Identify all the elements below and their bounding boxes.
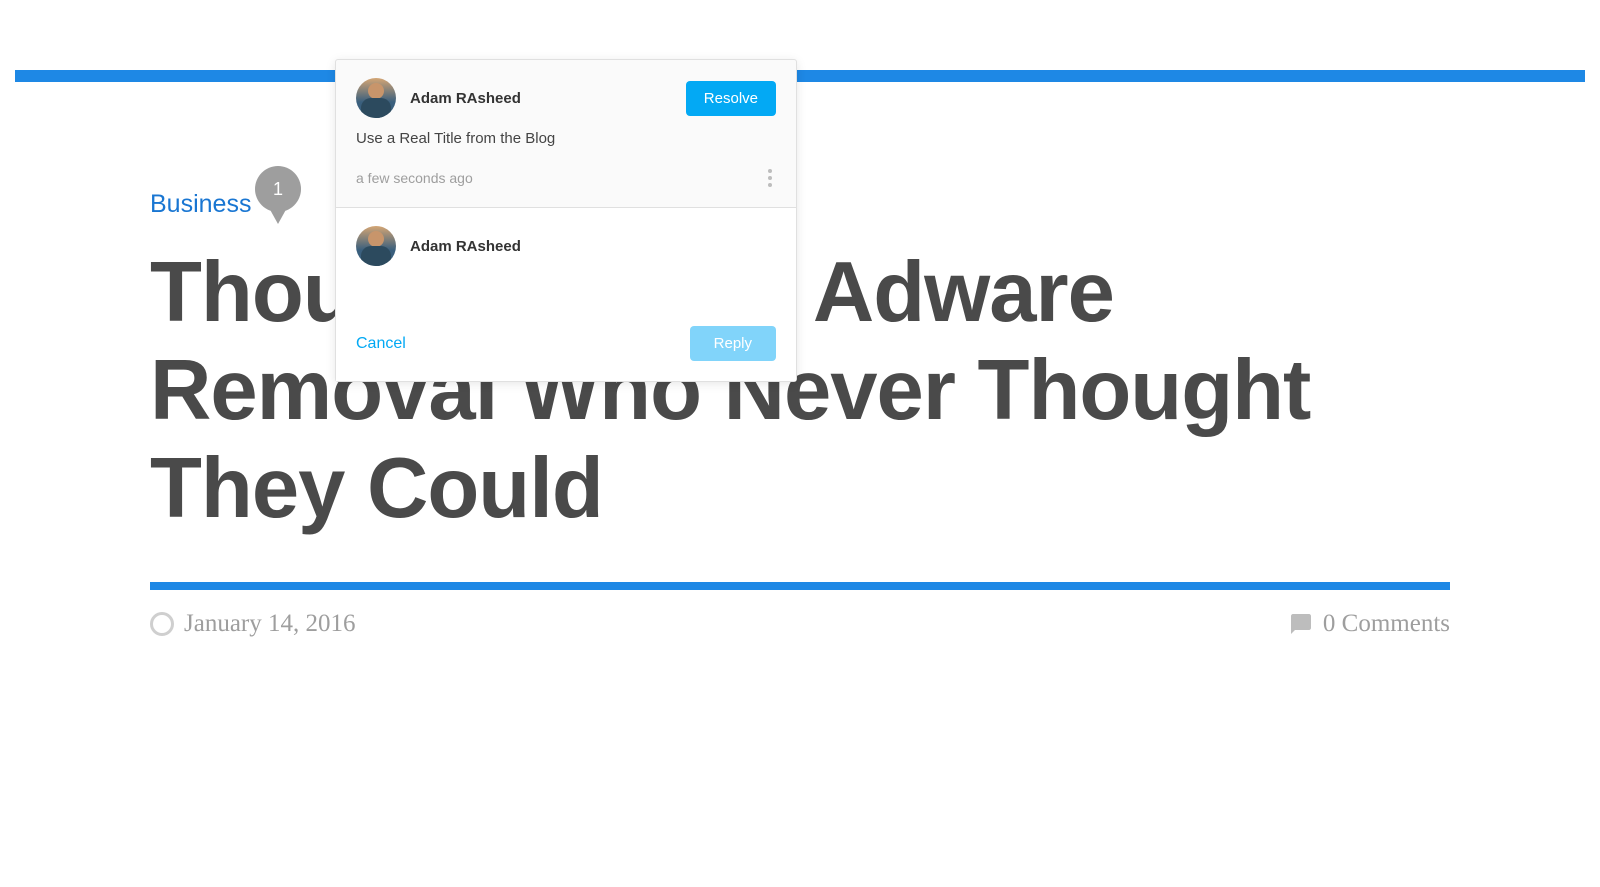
resolve-button[interactable]: Resolve (686, 81, 776, 116)
reply-actions: Cancel Reply (356, 326, 776, 361)
cancel-button[interactable]: Cancel (356, 335, 406, 353)
avatar (356, 226, 396, 266)
category-link[interactable]: Business (150, 190, 251, 219)
meta-comments[interactable]: 0 Comments (1289, 610, 1450, 638)
comment-footer: a few seconds ago (336, 157, 796, 207)
kebab-menu-icon[interactable] (764, 165, 776, 191)
pin-tail (268, 206, 288, 224)
article-meta: January 14, 2016 0 Comments (150, 610, 1450, 638)
article-date: January 14, 2016 (184, 610, 356, 638)
avatar (356, 78, 396, 118)
reply-author: Adam RAsheed (410, 238, 776, 255)
header-bar (15, 70, 1585, 82)
comment-popover: Adam RAsheed Resolve Use a Real Title fr… (335, 59, 797, 382)
meta-date: January 14, 2016 (150, 610, 356, 638)
comment-header: Adam RAsheed Resolve (336, 60, 796, 130)
comment-icon (1289, 612, 1313, 636)
clock-icon (150, 612, 174, 636)
reply-button[interactable]: Reply (690, 326, 776, 361)
annotation-pin[interactable]: 1 (255, 166, 301, 226)
separator-bar (150, 582, 1450, 590)
reply-section: Adam RAsheed Cancel Reply (336, 208, 796, 381)
comment-author: Adam RAsheed (410, 90, 672, 107)
comment-body: Use a Real Title from the Blog (336, 130, 796, 157)
comment-timestamp: a few seconds ago (356, 170, 473, 186)
reply-header: Adam RAsheed (356, 226, 776, 266)
comments-count-label: 0 Comments (1323, 610, 1450, 638)
